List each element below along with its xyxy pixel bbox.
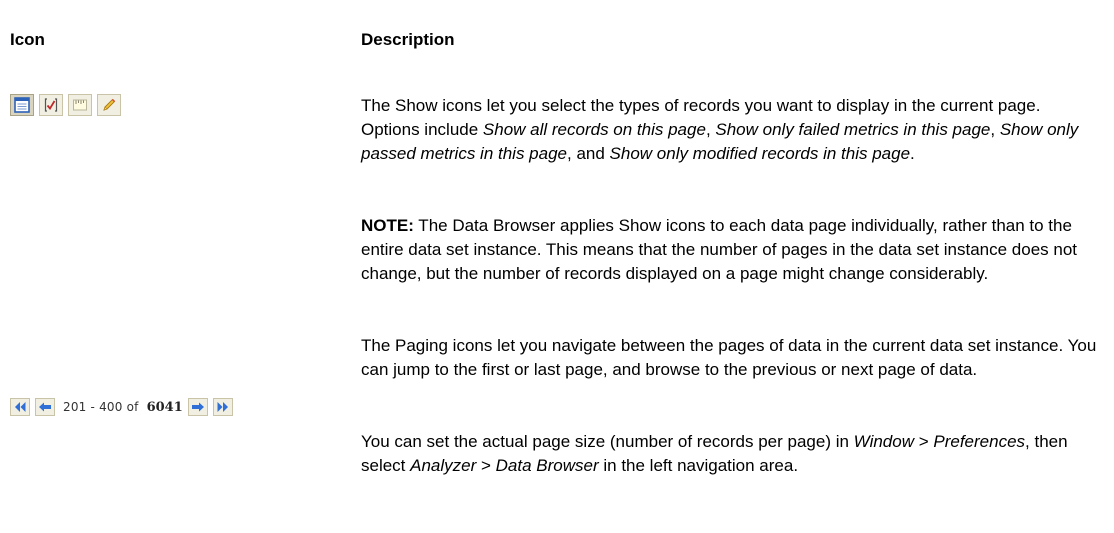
option-show-modified: Show only modified records in this page — [609, 144, 911, 163]
paging-toolbar: 201 - 400 of 6041 — [10, 398, 233, 416]
show-modified-records-icon[interactable] — [97, 94, 121, 116]
option-show-failed: Show only failed metrics in this page — [715, 120, 991, 139]
page-size-description: You can set the actual page size (number… — [361, 432, 1068, 475]
total-records: 6041 — [146, 399, 183, 415]
icon-column-header: Icon — [10, 30, 45, 49]
show-passed-metrics-icon[interactable] — [68, 94, 92, 116]
first-page-icon[interactable] — [10, 398, 30, 416]
last-page-icon[interactable] — [212, 398, 233, 416]
previous-page-icon[interactable] — [35, 398, 55, 416]
show-icons-description: The Show icons let you select the types … — [361, 96, 1079, 163]
show-icons-note: NOTE: The Data Browser applies Show icon… — [361, 216, 1078, 283]
show-icons-toolbar — [10, 94, 121, 116]
paging-icons-description: The Paging icons let you navigate betwee… — [361, 336, 1097, 379]
menu-data-browser: Data Browser — [495, 456, 599, 475]
menu-analyzer: Analyzer — [410, 456, 477, 475]
menu-preferences: Preferences — [933, 432, 1026, 451]
show-all-records-icon[interactable] — [10, 94, 34, 116]
show-failed-metrics-icon[interactable] — [39, 94, 63, 116]
note-label: NOTE: — [361, 216, 414, 235]
description-column-header: Description — [361, 30, 455, 49]
next-page-icon[interactable] — [187, 398, 208, 416]
option-show-all: Show all records on this page — [482, 120, 706, 139]
menu-window: Window — [853, 432, 914, 451]
page-range-text: 201 - 400 of — [63, 400, 139, 414]
